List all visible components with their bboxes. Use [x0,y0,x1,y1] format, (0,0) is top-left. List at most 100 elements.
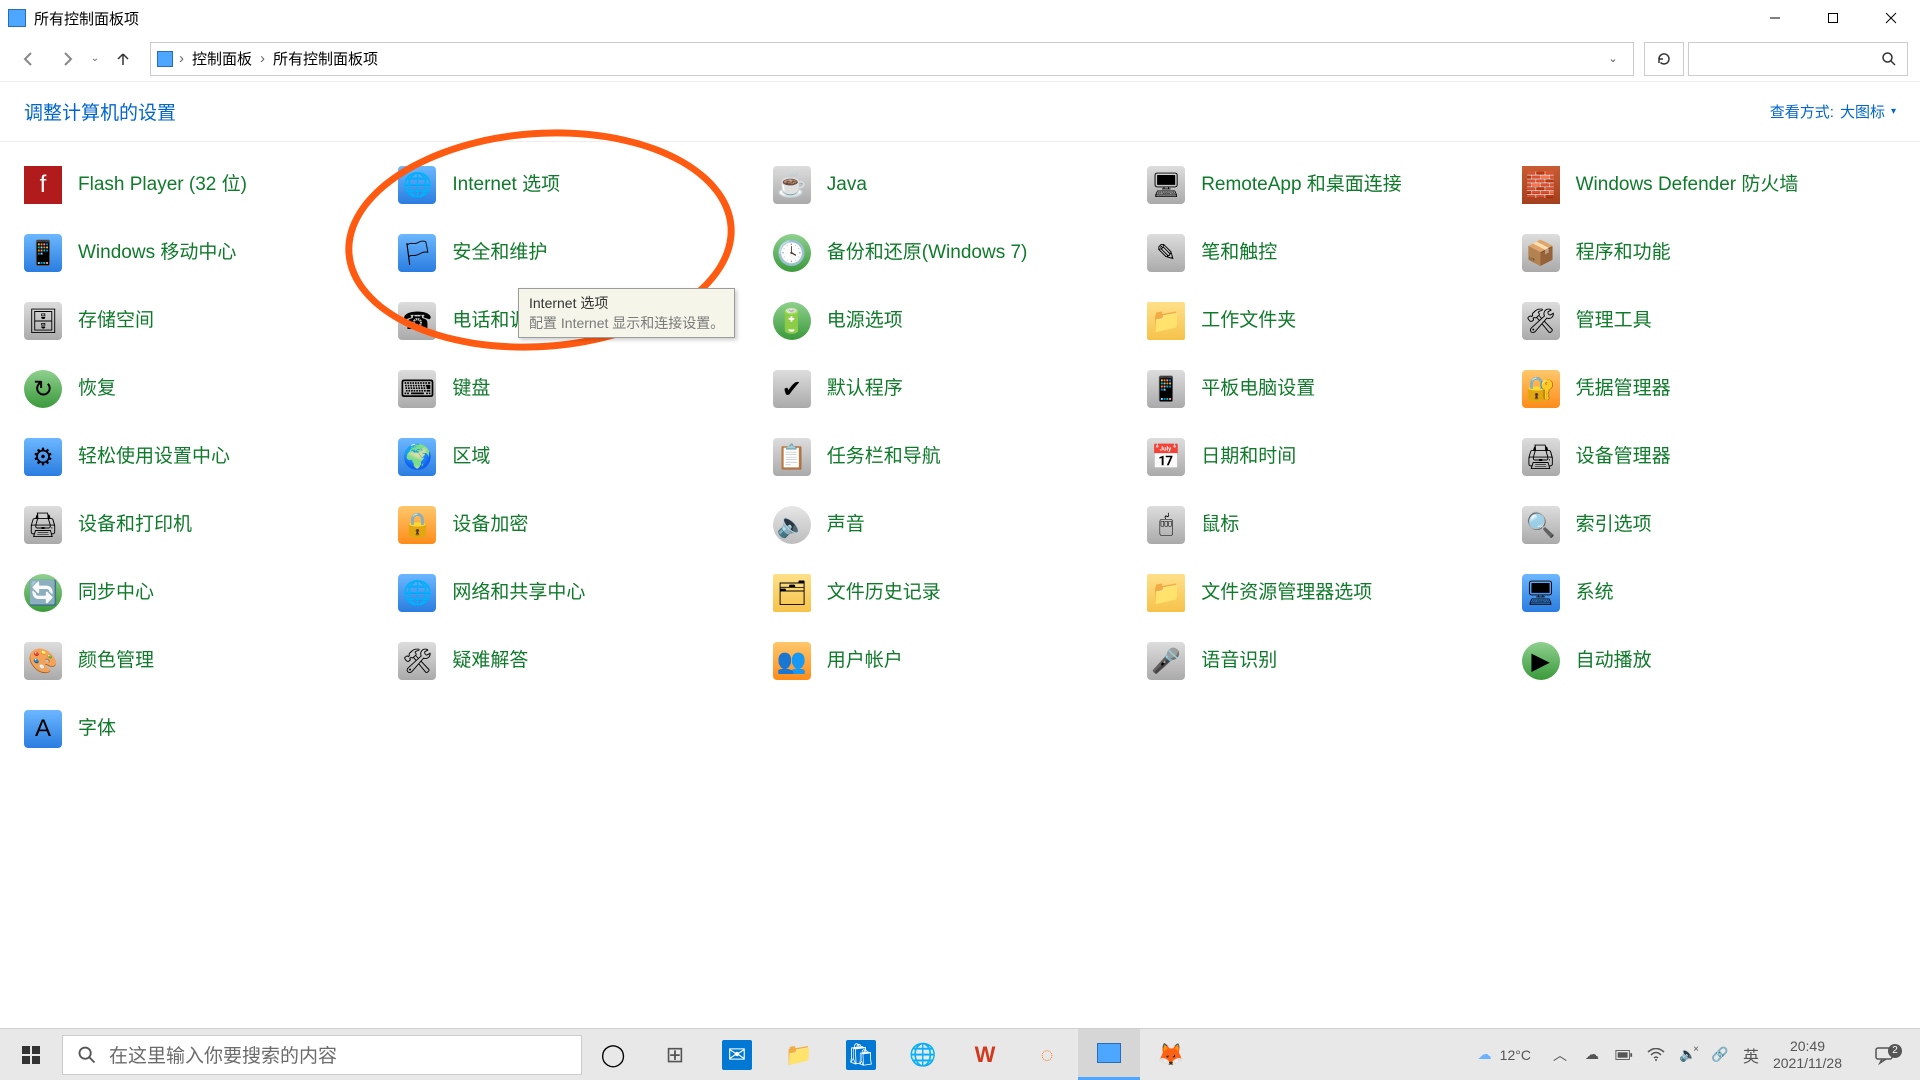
cp-item-date-time[interactable]: 📅日期和时间 [1147,434,1521,480]
cp-item-label: 自动播放 [1576,650,1652,673]
cp-item-device-encryption[interactable]: 🔒设备加密 [398,502,772,548]
wps-icon: W [970,1040,1000,1070]
breadcrumb-segment[interactable]: 所有控制面板项 [271,46,380,71]
cp-item-label: Java [827,174,867,197]
action-center-button[interactable]: 2 [1856,1044,1912,1066]
cp-item-security-maintenance[interactable]: 🏳安全和维护 [398,230,772,276]
maximize-button[interactable] [1804,0,1862,36]
cp-item-sound[interactable]: 🔈 声音 [773,502,1147,548]
cp-item-label: 声音 [827,514,865,537]
cp-item-devices-printers[interactable]: 🖨设备和打印机 [24,502,398,548]
cp-item-pen-touch[interactable]: ✎笔和触控 [1147,230,1521,276]
remoteapp-icon: 🖥 [1147,166,1185,204]
window-titlebar: 所有控制面板项 [0,0,1920,36]
taskbar-wps[interactable]: W [954,1029,1016,1080]
nav-forward-button[interactable] [50,42,84,76]
cp-item-indexing-options[interactable]: 🔍索引选项 [1522,502,1896,548]
date-time-icon: 📅 [1147,438,1185,476]
cp-item-recovery[interactable]: ↻恢复 [24,366,398,412]
cp-item-fonts[interactable]: A字体 [24,706,398,752]
taskbar-file-explorer[interactable]: 📁 [768,1029,830,1080]
power-options-icon: 🔋 [773,302,811,340]
refresh-button[interactable] [1644,42,1684,76]
breadcrumb-segment[interactable]: 控制面板 [190,46,254,71]
sound-icon: 🔈 [773,506,811,544]
admin-tools-icon: 🛠 [1522,302,1560,340]
cp-item-system[interactable]: 🖥系统 [1522,570,1896,616]
cp-item-work-folders[interactable]: 📁工作文件夹 [1147,298,1521,344]
taskbar-task-view[interactable]: ⊞ [644,1029,706,1080]
autoplay-icon: ▶ [1522,642,1560,680]
cp-item-troubleshooting[interactable]: 🛠疑难解答 [398,638,772,684]
nav-recent-dropdown[interactable]: ⌄ [88,53,102,64]
panel-header: 调整计算机的设置 查看方式: 大图标 ▾ [0,82,1920,142]
address-history-dropdown[interactable]: ⌄ [1599,43,1627,75]
cp-item-label: 索引选项 [1576,514,1652,537]
cp-item-programs-features[interactable]: 📦程序和功能 [1522,230,1896,276]
battery-icon[interactable] [1615,1046,1633,1064]
taskbar-cortana[interactable]: ◯ [582,1029,644,1080]
volume-icon[interactable]: 🔈× [1679,1046,1697,1064]
cp-item-power-options[interactable]: 🔋电源选项 [773,298,1147,344]
onedrive-icon[interactable]: ☁ [1583,1046,1601,1064]
cp-item-speech-recognition[interactable]: 🎤语音识别 [1147,638,1521,684]
start-button[interactable] [0,1029,62,1080]
cp-item-sync-center[interactable]: 🔄同步中心 [24,570,398,616]
cp-item-mobility-center[interactable]: 📱Windows 移动中心 [24,230,398,276]
cp-item-label: 用户帐户 [827,650,903,673]
taskbar-mail[interactable]: ✉ [706,1029,768,1080]
java-icon: ☕ [773,166,811,204]
taskbar-control-panel[interactable] [1078,1029,1140,1080]
cp-item-file-history[interactable]: 🗂文件历史记录 [773,570,1147,616]
taskbar-store[interactable]: 🛍 [830,1029,892,1080]
search-icon [1881,51,1897,67]
cp-item-java[interactable]: ☕ Java [773,162,1147,208]
control-panel-grid: fFlash Player (32 位)🌐Internet 选项☕ Java 🖥Re… [0,142,1920,752]
view-mode-label: 查看方式: [1770,101,1834,122]
cp-item-flash-player[interactable]: fFlash Player (32 位) [24,162,398,208]
wifi-icon[interactable] [1647,1046,1665,1064]
cp-item-internet-options[interactable]: 🌐Internet 选项 [398,162,772,208]
credential-manager-icon: 🔐 [1522,370,1560,408]
cp-item-network-sharing[interactable]: 🌐网络和共享中心 [398,570,772,616]
taskbar-search[interactable]: 在这里输入你要搜索的内容 [62,1035,582,1075]
weather-widget[interactable]: ☁ 12°C [1478,1046,1531,1063]
bluetooth-or-connect-icon[interactable]: 🔗 [1711,1046,1729,1064]
cp-item-credential-manager[interactable]: 🔐凭据管理器 [1522,366,1896,412]
cp-item-user-accounts[interactable]: 👥用户帐户 [773,638,1147,684]
address-bar[interactable]: › 控制面板 › 所有控制面板项 ⌄ [150,42,1634,76]
cp-item-taskbar-navigation[interactable]: 📋任务栏和导航 [773,434,1147,480]
cp-item-windows-defender-firewall[interactable]: 🧱Windows Defender 防火墙 [1522,162,1896,208]
cp-item-storage-spaces[interactable]: 🗄存储空间 [24,298,398,344]
ime-indicator[interactable]: 英 [1743,1043,1759,1067]
close-button[interactable] [1862,0,1920,36]
view-mode-selector[interactable]: 查看方式: 大图标 ▾ [1770,101,1896,122]
cp-item-backup-restore[interactable]: 🕓备份和还原(Windows 7) [773,230,1147,276]
cp-item-label: 颜色管理 [78,650,154,673]
cp-item-device-manager[interactable]: 🖨设备管理器 [1522,434,1896,480]
taskbar-firefox[interactable]: 🦊 [1140,1029,1202,1080]
cp-item-label: 文件资源管理器选项 [1201,582,1372,605]
cp-item-tablet-pc[interactable]: 📱平板电脑设置 [1147,366,1521,412]
system-icon: 🖥 [1522,574,1560,612]
taskbar-app-orange[interactable]: ◌ [1016,1029,1078,1080]
cp-item-mouse[interactable]: 🖱鼠标 [1147,502,1521,548]
cp-item-color-management[interactable]: 🎨颜色管理 [24,638,398,684]
tray-overflow-button[interactable]: ︿ [1551,1046,1569,1064]
cp-item-autoplay[interactable]: ▶ 自动播放 [1522,638,1896,684]
cp-item-remoteapp[interactable]: 🖥RemoteApp 和桌面连接 [1147,162,1521,208]
cp-item-region[interactable]: 🌍区域 [398,434,772,480]
clock[interactable]: 20:49 2021/11/28 [1773,1038,1842,1070]
nav-back-button[interactable] [12,42,46,76]
cp-item-label: 工作文件夹 [1201,310,1296,333]
cp-item-explorer-options[interactable]: 📁文件资源管理器选项 [1147,570,1521,616]
cp-item-ease-of-access[interactable]: ⚙轻松使用设置中心 [24,434,398,480]
nav-up-button[interactable] [106,42,140,76]
cp-item-keyboard[interactable]: ⌨键盘 [398,366,772,412]
minimize-button[interactable] [1746,0,1804,36]
taskbar-edge[interactable]: 🌐 [892,1029,954,1080]
cp-item-admin-tools[interactable]: 🛠管理工具 [1522,298,1896,344]
cp-item-default-programs[interactable]: ✔默认程序 [773,366,1147,412]
search-control-panel[interactable] [1688,42,1908,76]
cp-item-label: 文件历史记录 [827,582,941,605]
